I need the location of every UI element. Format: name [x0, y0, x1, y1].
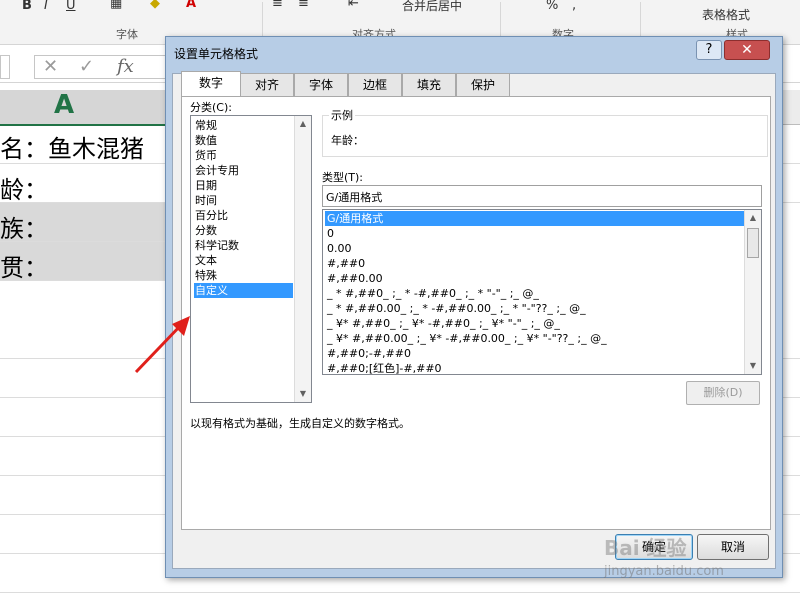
insert-function-button[interactable]: fx	[117, 56, 134, 77]
align-left-icon[interactable]: ≡	[272, 0, 283, 11]
category-item[interactable]: 分数	[194, 223, 293, 238]
close-button[interactable]: ✕	[724, 40, 770, 60]
category-scrollbar[interactable]: ▲ ▼	[294, 116, 311, 402]
tab-border[interactable]: 边框	[348, 73, 402, 96]
cell-text: 名：鱼木混猪	[0, 135, 144, 163]
percent-button[interactable]: %	[546, 0, 558, 13]
italic-button[interactable]: I	[44, 0, 48, 13]
fill-color-icon[interactable]: ◆	[150, 0, 160, 11]
tab-alignment[interactable]: 对齐	[240, 73, 294, 96]
format-cells-dialog: 设置单元格格式 ? ✕ 数字 对齐 字体 边框 填充 保护 分类(C): 常规 …	[165, 36, 783, 578]
scroll-up-icon[interactable]: ▲	[295, 116, 311, 132]
format-item[interactable]: #,##0.00	[325, 271, 745, 286]
name-box[interactable]	[0, 55, 10, 79]
tab-number[interactable]: 数字	[181, 71, 241, 97]
type-input[interactable]: G/通用格式	[322, 185, 762, 207]
type-label: 类型(T):	[322, 171, 364, 184]
cell-text: 族：	[0, 215, 48, 243]
cell-text: 龄：	[0, 176, 48, 204]
number-tab-panel: 分类(C): 常规 数值 货币 会计专用 日期 时间 百分比 分数 科学记数 文…	[181, 96, 771, 530]
help-button[interactable]: ?	[696, 40, 722, 60]
sample-value: 年龄：	[331, 134, 364, 147]
format-item[interactable]: G/通用格式	[325, 211, 745, 226]
indent-icon[interactable]: ⇤	[348, 0, 359, 11]
scroll-thumb[interactable]	[747, 228, 759, 258]
sheet-row[interactable]: 贯：	[0, 242, 165, 282]
category-item-custom[interactable]: 自定义	[194, 283, 293, 298]
font-color-icon[interactable]: A	[186, 0, 196, 11]
category-item[interactable]: 数值	[194, 133, 293, 148]
formula-buttons: ✕ ✓ fx	[34, 55, 166, 79]
comma-button[interactable]: ,	[572, 0, 576, 13]
format-item[interactable]: #,##0	[325, 256, 745, 271]
tab-fill[interactable]: 填充	[402, 73, 456, 96]
scroll-up-icon[interactable]: ▲	[745, 210, 761, 226]
cell-text: 贯：	[0, 254, 48, 282]
align-center-icon[interactable]: ≡	[298, 0, 309, 11]
format-item[interactable]: _ ¥* #,##0.00_ ;_ ¥* -#,##0.00_ ;_ ¥* "-…	[325, 331, 745, 346]
underline-button[interactable]: U	[66, 0, 76, 13]
format-item[interactable]: _ ¥* #,##0_ ;_ ¥* -#,##0_ ;_ ¥* "-"_ ;_ …	[325, 316, 745, 331]
dialog-title: 设置单元格格式	[174, 47, 259, 61]
format-item[interactable]: 0.00	[325, 241, 745, 256]
category-list[interactable]: 常规 数值 货币 会计专用 日期 时间 百分比 分数 科学记数 文本 特殊 自定…	[190, 115, 312, 403]
category-item[interactable]: 常规	[194, 118, 293, 133]
format-item[interactable]: _ * #,##0.00_ ;_ * -#,##0.00_ ;_ * "-"??…	[325, 301, 745, 316]
format-item[interactable]: #,##0;[红色]-#,##0	[325, 361, 745, 374]
column-a-header[interactable]: A	[0, 90, 165, 126]
format-description: 以现有格式为基础，生成自定义的数字格式。	[190, 417, 410, 430]
sample-label: 示例	[329, 107, 355, 123]
watermark-logo: Bai 经验	[604, 536, 687, 560]
format-item[interactable]: _ * #,##0_ ;_ * -#,##0_ ;_ * "-"_ ;_ @_	[325, 286, 745, 301]
scroll-down-icon[interactable]: ▼	[295, 386, 311, 402]
border-icon[interactable]: ▦	[110, 0, 122, 11]
type-input-value: G/通用格式	[326, 191, 383, 204]
cancel-entry-icon[interactable]: ✕	[43, 56, 58, 77]
cancel-button[interactable]: 取消	[697, 534, 769, 560]
watermark-url: jingyan.baidu.com	[604, 564, 724, 579]
format-scrollbar[interactable]: ▲ ▼	[744, 210, 761, 374]
category-item[interactable]: 科学记数	[194, 238, 293, 253]
annotation-arrow-icon	[134, 316, 190, 374]
merge-center-button[interactable]: 合并后居中	[402, 0, 462, 14]
sheet-row[interactable]: 族：	[0, 203, 165, 243]
format-list[interactable]: G/通用格式 0 0.00 #,##0 #,##0.00 _ * #,##0_ …	[322, 209, 762, 375]
category-item[interactable]: 文本	[194, 253, 293, 268]
confirm-entry-icon[interactable]: ✓	[79, 56, 94, 77]
scroll-down-icon[interactable]: ▼	[745, 358, 761, 374]
category-item[interactable]: 特殊	[194, 268, 293, 283]
delete-button[interactable]: 删除(D)	[686, 381, 760, 405]
dialog-body: 数字 对齐 字体 边框 填充 保护 分类(C): 常规 数值 货币 会计专用 日…	[172, 71, 776, 569]
format-item[interactable]: #,##0;-#,##0	[325, 346, 745, 361]
tab-protection[interactable]: 保护	[456, 73, 510, 96]
sample-box: 示例 年龄：	[322, 107, 768, 157]
category-item[interactable]: 百分比	[194, 208, 293, 223]
font-group-label: 字体	[116, 28, 138, 41]
table-format-button[interactable]: 表格格式	[702, 6, 750, 23]
category-item[interactable]: 时间	[194, 193, 293, 208]
format-item[interactable]: 0	[325, 226, 745, 241]
category-item[interactable]: 会计专用	[194, 163, 293, 178]
category-label: 分类(C):	[190, 101, 232, 114]
bold-button[interactable]: B	[22, 0, 32, 13]
tab-font[interactable]: 字体	[294, 73, 348, 96]
column-a-label: A	[54, 90, 75, 120]
category-item[interactable]: 日期	[194, 178, 293, 193]
category-item[interactable]: 货币	[194, 148, 293, 163]
